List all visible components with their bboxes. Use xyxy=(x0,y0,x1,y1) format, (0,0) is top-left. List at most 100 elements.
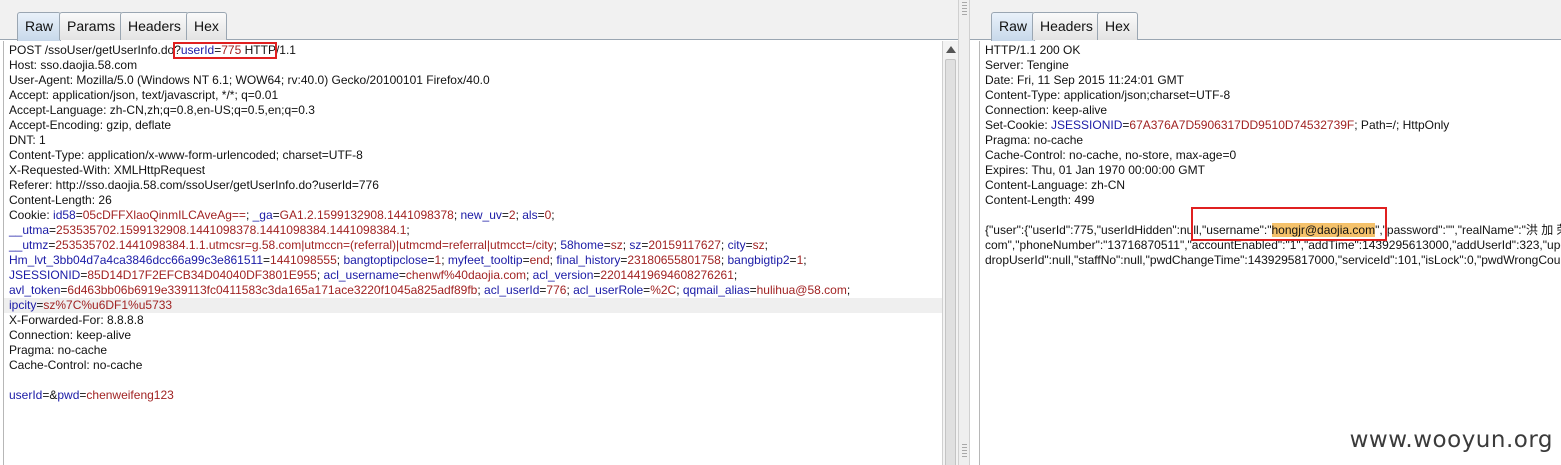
scroll-up-arrow-icon[interactable] xyxy=(946,46,956,53)
cookie-value: 2 xyxy=(508,208,516,222)
cookie-name: __utmz xyxy=(9,238,49,252)
header-cookie-line: Cookie: id58=05cDFFXlaoQinmILCAveAg==; _… xyxy=(9,208,558,222)
header-cache-control: Cache-Control: no-cache xyxy=(9,358,143,372)
cookie-value: hulihua@58.com xyxy=(756,283,847,297)
cookie-name: acl_userId xyxy=(484,283,540,297)
cookie-name: __utma xyxy=(9,223,50,237)
cookie-value: GA1.2.1599132908.1441098378 xyxy=(279,208,454,222)
header-cookie-line: JSESSIONID=85D14D17F2EFCB34D04040DF3801E… xyxy=(9,268,741,282)
header-dnt: DNT: 1 xyxy=(9,133,46,147)
cookie-value: 22014419694608276261 xyxy=(600,268,734,282)
request-tab-params[interactable]: Params xyxy=(59,12,124,40)
pane-splitter[interactable] xyxy=(958,0,970,465)
header-cookie-line: ipcity=sz%7C%u6DF1%u5733 xyxy=(4,298,942,313)
response-header-date: Date: Fri, 11 Sep 2015 11:24:01 GMT xyxy=(985,73,1184,87)
header-x-requested-with: X-Requested-With: XMLHttpRequest xyxy=(9,163,206,177)
cookie-value: 1441098555 xyxy=(270,253,337,267)
watermark: www.wooyun.org xyxy=(1349,427,1553,453)
cookie-value: end xyxy=(529,253,550,267)
scroll-thumb[interactable] xyxy=(945,59,956,465)
cookie-name: id58 xyxy=(53,208,76,222)
response-header-set-cookie: Set-Cookie: JSESSIONID=67A376A7D5906317D… xyxy=(985,118,1450,132)
cookie-value: 253535702.1441098384.1.1.utmcsr=g.58.com… xyxy=(55,238,554,252)
request-tab-hex[interactable]: Hex xyxy=(186,12,227,40)
response-status-line: HTTP/1.1 200 OK xyxy=(985,43,1081,57)
cookie-name: JSESSIONID xyxy=(9,268,81,282)
cookie-value: 253535702.1599132908.1441098378.14410983… xyxy=(56,223,407,237)
response-pane: Raw Headers Hex HTTP/1.1 200 OK Server: … xyxy=(970,0,1561,465)
response-header-cache-control: Cache-Control: no-cache, no-store, max-a… xyxy=(985,148,1237,162)
cookie-name: city xyxy=(727,238,746,252)
cookie-name: _ga xyxy=(252,208,273,222)
request-tab-headers[interactable]: Headers xyxy=(120,12,189,40)
request-scrollbar[interactable] xyxy=(942,41,958,465)
header-accept: Accept: application/json, text/javascrip… xyxy=(9,88,279,102)
header-accept-language: Accept-Language: zh-CN,zh;q=0.8,en-US;q=… xyxy=(9,103,315,117)
cookie-value: %2C xyxy=(650,283,677,297)
response-tab-headers[interactable]: Headers xyxy=(1032,12,1101,40)
cookie-name: qqmail_alias xyxy=(682,283,750,297)
cookie-value: sz xyxy=(610,238,623,252)
cookie-name: new_uv xyxy=(460,208,502,222)
header-cookie-line: avl_token=6d463bb06b6919e339113fc0411583… xyxy=(9,283,854,297)
header-content-type: Content-Type: application/x-www-form-url… xyxy=(9,148,363,162)
request-body: userId=&pwd=chenweifeng123 xyxy=(9,388,174,402)
response-header-server: Server: Tengine xyxy=(985,58,1069,72)
response-body-line-1: {"user":{"userId":775,"userIdHidden":nul… xyxy=(985,223,1561,237)
header-x-forwarded-for: X-Forwarded-For: 8.8.8.8 xyxy=(9,313,144,327)
header-content-length: Content-Length: 26 xyxy=(9,193,112,207)
cookie-name: avl_token xyxy=(9,283,61,297)
response-tab-raw[interactable]: Raw xyxy=(991,12,1036,41)
cookie-value: 23180655801758 xyxy=(627,253,721,267)
cookie-name: als xyxy=(522,208,538,222)
cookie-name: Hm_lvt_3bb04d7a4ca3846dcc66a99c3e861511 xyxy=(9,253,263,267)
cookie-name: final_history xyxy=(556,253,621,267)
response-header-content-language: Content-Language: zh-CN xyxy=(985,178,1126,192)
response-header-pragma: Pragma: no-cache xyxy=(985,133,1084,147)
response-header-content-length: Content-Length: 499 xyxy=(985,193,1095,207)
request-editor[interactable]: POST /ssoUser/getUserInfo.do?userId=775 … xyxy=(3,41,942,465)
response-body-line-2: com","phoneNumber":"13716870511","accoun… xyxy=(985,238,1561,252)
response-tab-hex[interactable]: Hex xyxy=(1097,12,1138,40)
cookie-name: acl_version xyxy=(532,268,594,282)
cookie-name: acl_username xyxy=(323,268,399,282)
response-body-line-3: dropUserId":null,"staffNo":null,"pwdChan… xyxy=(985,253,1561,267)
cookie-name: 58home xyxy=(560,238,604,252)
header-pragma: Pragma: no-cache xyxy=(9,343,108,357)
cookie-value: 20159117627 xyxy=(648,238,721,252)
cookie-name: bangbigtip2 xyxy=(727,253,790,267)
username-value-highlight: hongjr@daojia.com xyxy=(1271,223,1376,237)
cookie-name: myfeet_tooltip xyxy=(447,253,523,267)
cookie-name: ipcity xyxy=(9,298,37,312)
cookie-name: acl_userRole xyxy=(573,283,644,297)
cookie-value: 05cDFFXlaoQinmILCAveAg== xyxy=(82,208,246,222)
splitter-grip-top-icon[interactable] xyxy=(962,2,967,16)
cookie-name: bangtoptipclose xyxy=(343,253,428,267)
header-user-agent: User-Agent: Mozilla/5.0 (Windows NT 6.1;… xyxy=(9,73,490,87)
request-pane: Raw Params Headers Hex POST /ssoUser/get… xyxy=(0,0,958,465)
cookie-value: 6d463bb06b6919e339113fc0411583c3da165a17… xyxy=(67,283,478,297)
header-accept-encoding: Accept-Encoding: gzip, deflate xyxy=(9,118,172,132)
header-connection: Connection: keep-alive xyxy=(9,328,132,342)
cookie-name: sz xyxy=(629,238,642,252)
request-tab-bar: Raw Params Headers Hex xyxy=(0,0,958,41)
cookie-value: 776 xyxy=(546,283,567,297)
splitter-grip-bottom-icon[interactable] xyxy=(962,444,967,458)
cookie-value: sz xyxy=(752,238,765,252)
cookie-value: chenwf%40daojia.com xyxy=(405,268,526,282)
header-cookie-line: Hm_lvt_3bb04d7a4ca3846dcc66a99c3e861511=… xyxy=(9,253,810,267)
header-referer: Referer: http://sso.daojia.58.com/ssoUse… xyxy=(9,178,379,192)
header-host: Host: sso.daojia.58.com xyxy=(9,58,138,72)
response-tab-bar: Raw Headers Hex xyxy=(970,0,1561,41)
cookie-value: sz%7C%u6DF1%u5733 xyxy=(43,298,173,312)
response-header-connection: Connection: keep-alive xyxy=(985,103,1108,117)
cookie-value: 85D14D17F2EFCB34D04040DF3801E955 xyxy=(87,268,317,282)
request-line: POST /ssoUser/getUserInfo.do?userId=775 … xyxy=(9,43,296,57)
request-tab-raw[interactable]: Raw xyxy=(17,12,62,41)
response-editor[interactable]: HTTP/1.1 200 OK Server: Tengine Date: Fr… xyxy=(979,41,1561,465)
header-cookie-line: __utma=253535702.1599132908.1441098378.1… xyxy=(9,223,414,237)
response-header-content-type: Content-Type: application/json;charset=U… xyxy=(985,88,1231,102)
response-header-expires: Expires: Thu, 01 Jan 1970 00:00:00 GMT xyxy=(985,163,1205,177)
